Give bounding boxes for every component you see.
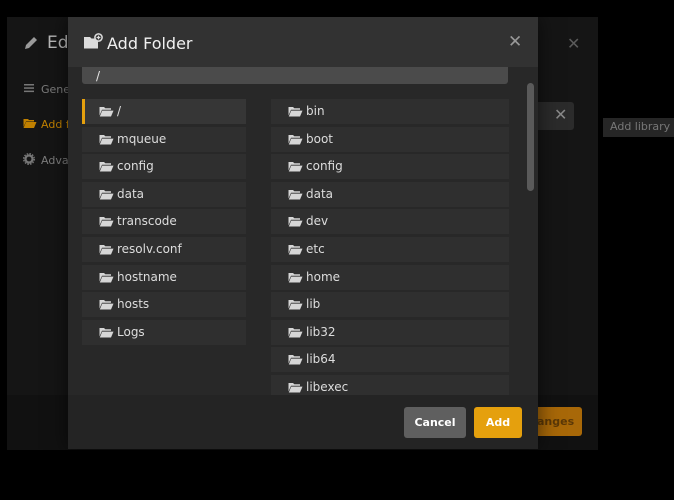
- folder-name: home: [306, 269, 341, 284]
- folder-column-left: / mqueue config data transcode resolv.conf hos…: [82, 99, 246, 347]
- folder-name: data: [117, 186, 145, 201]
- close-icon: ✕: [554, 105, 568, 124]
- folder-browser: / mqueue config data transcode resolv.conf hos…: [82, 99, 526, 395]
- folder-open-icon: [99, 161, 114, 172]
- folder-name: hosts: [117, 297, 150, 312]
- folder-name: lib64: [306, 352, 336, 367]
- folder-row[interactable]: lib: [271, 292, 509, 318]
- folder-open-icon: [288, 134, 303, 145]
- folder-open-icon: [288, 216, 303, 227]
- folder-row[interactable]: hosts: [82, 292, 246, 318]
- folder-open-icon: [288, 106, 303, 117]
- folder-row[interactable]: resolv.conf: [82, 236, 246, 262]
- folder-open-icon: [99, 134, 114, 145]
- folder-row[interactable]: /: [82, 99, 246, 124]
- folder-open-icon: [288, 354, 303, 365]
- folder-open-icon: [99, 299, 114, 310]
- nav-folders-label: Add f: [41, 118, 70, 131]
- save-changes-label: anges: [537, 415, 575, 428]
- folder-open-icon: [288, 299, 303, 310]
- folder-open-icon: [99, 327, 114, 338]
- folder-open-icon: [99, 189, 114, 200]
- folder-open-icon: [99, 216, 114, 227]
- modal-footer: [68, 395, 538, 449]
- folder-row[interactable]: config: [271, 154, 509, 180]
- folder-name: etc: [306, 241, 325, 256]
- folder-name: mqueue: [117, 131, 167, 146]
- folder-open-icon: [288, 244, 303, 255]
- folder-row[interactable]: data: [82, 181, 246, 207]
- folder-row[interactable]: lib64: [271, 347, 509, 373]
- folder-open-icon: [288, 327, 303, 338]
- pencil-icon: [23, 35, 39, 51]
- folder-row[interactable]: boot: [271, 126, 509, 152]
- add-library-label: Add library: [610, 120, 671, 133]
- scrollbar-thumb[interactable]: [527, 83, 534, 191]
- folder-path-input[interactable]: [82, 67, 508, 84]
- folder-row[interactable]: mqueue: [82, 126, 246, 152]
- folder-name: lib: [306, 297, 321, 312]
- folder-open-icon: [288, 161, 303, 172]
- folder-name: bin: [306, 104, 325, 118]
- folder-row[interactable]: etc: [271, 236, 509, 262]
- close-icon[interactable]: ✕: [508, 32, 522, 52]
- folder-row[interactable]: lib32: [271, 319, 509, 345]
- folder-row[interactable]: libexec: [271, 374, 509, 395]
- folder-name: /: [117, 104, 122, 118]
- folder-name: boot: [306, 131, 334, 146]
- folder-open-icon: [99, 272, 114, 283]
- list-icon: [23, 82, 35, 94]
- folder-row[interactable]: home: [271, 264, 509, 290]
- folder-row[interactable]: Logs: [82, 319, 246, 345]
- folder-name: dev: [306, 214, 329, 229]
- folder-column-right: bin boot config data dev etc home lib lib32 lib64…: [271, 99, 509, 395]
- folder-name: transcode: [117, 214, 177, 229]
- nav-advanced-label: Adva: [41, 154, 69, 167]
- folder-open-icon: [23, 117, 37, 129]
- add-button[interactable]: Add: [474, 407, 522, 438]
- add-folder-modal: Add Folder ✕ / mqueue config data transcode r…: [68, 17, 538, 449]
- folder-name: lib32: [306, 324, 336, 339]
- folder-add-icon: [83, 33, 103, 51]
- modal-title: Add Folder: [107, 34, 193, 53]
- folder-name: libexec: [306, 379, 349, 394]
- folder-row[interactable]: bin: [271, 99, 509, 124]
- folder-row[interactable]: transcode: [82, 209, 246, 235]
- folder-name: data: [306, 186, 334, 201]
- folder-name: config: [117, 159, 154, 174]
- folder-open-icon: [99, 244, 114, 255]
- add-library-button[interactable]: Add library: [603, 118, 674, 137]
- folder-name: resolv.conf: [117, 241, 182, 256]
- folder-name: config: [306, 159, 343, 174]
- folder-row[interactable]: dev: [271, 209, 509, 235]
- cancel-button[interactable]: Cancel: [404, 407, 466, 438]
- close-icon[interactable]: ✕: [567, 34, 580, 53]
- gear-icon: [23, 153, 35, 165]
- folder-open-icon: [288, 272, 303, 283]
- folder-name: hostname: [117, 269, 177, 284]
- folder-row[interactable]: config: [82, 154, 246, 180]
- folder-row[interactable]: hostname: [82, 264, 246, 290]
- folder-open-icon: [288, 189, 303, 200]
- folder-name: Logs: [117, 324, 145, 339]
- folder-row[interactable]: data: [271, 181, 509, 207]
- folder-open-icon: [288, 382, 303, 393]
- folder-open-icon: [99, 106, 114, 117]
- modal-header: Add Folder ✕: [68, 17, 538, 67]
- nav-general-label: Gene: [41, 83, 71, 96]
